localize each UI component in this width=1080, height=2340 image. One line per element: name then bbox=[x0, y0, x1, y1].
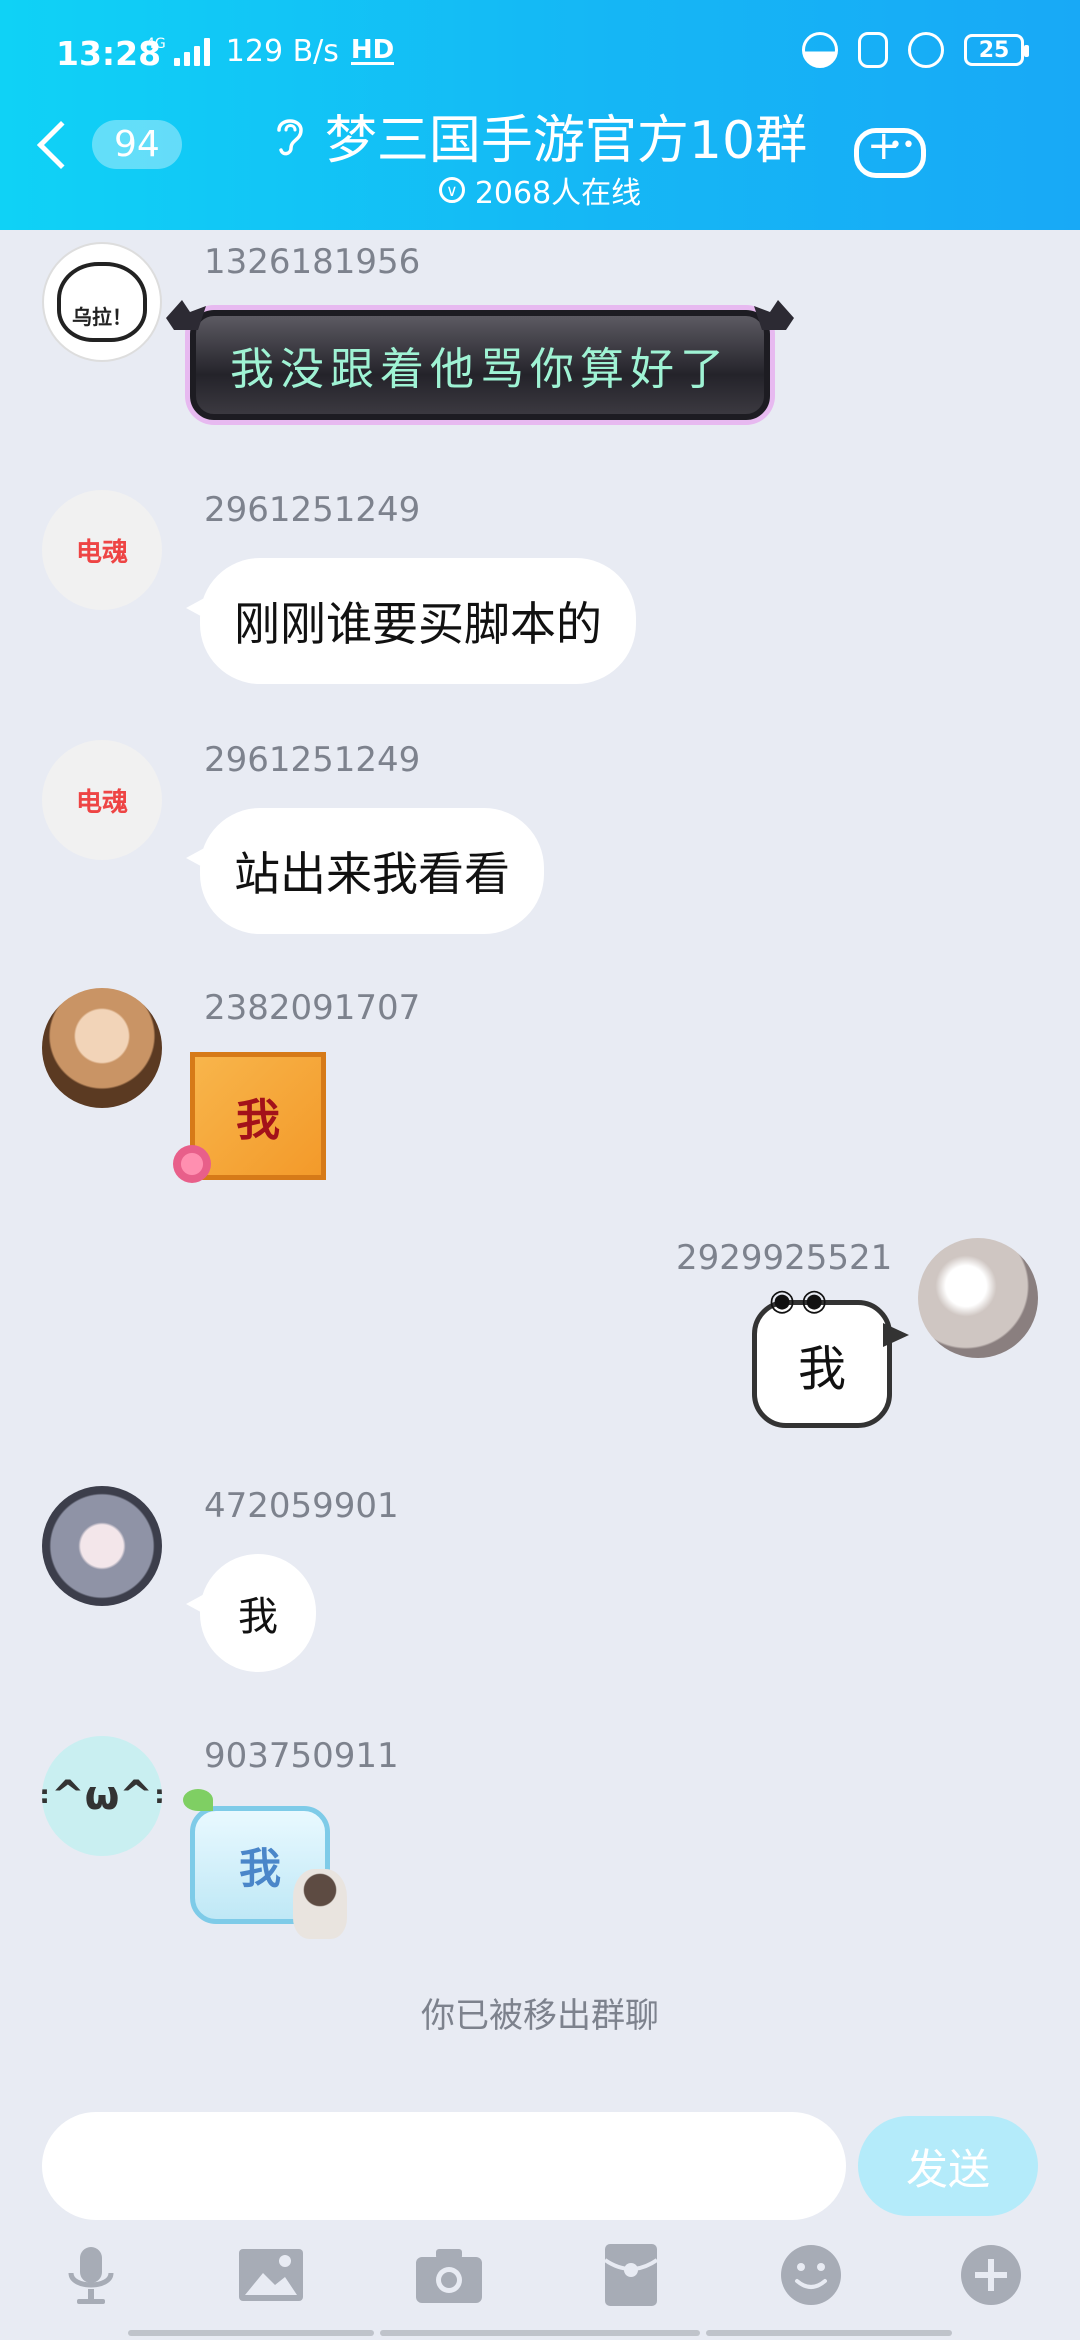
battery-icon: 25 bbox=[964, 34, 1029, 66]
online-status[interactable]: ∨ 2068人在线 bbox=[0, 168, 1080, 212]
nav-handle bbox=[706, 2330, 952, 2336]
kitten-icon bbox=[293, 1869, 347, 1939]
vibrate-icon bbox=[858, 32, 888, 68]
camera-icon[interactable] bbox=[414, 2240, 484, 2310]
sender-id[interactable]: 2382091707 bbox=[204, 988, 420, 1028]
message-text: 我没跟着他骂你算好了 bbox=[230, 344, 730, 395]
message-input[interactable] bbox=[42, 2112, 846, 2220]
lock-rotation-icon bbox=[908, 32, 944, 68]
status-right: 25 bbox=[802, 32, 1029, 68]
input-toolbar bbox=[0, 2240, 1080, 2340]
input-area: 发送 bbox=[0, 2090, 1080, 2340]
sticker-text: 我 bbox=[797, 1341, 846, 1397]
flower-icon bbox=[173, 1145, 211, 1183]
hd-icon: HD bbox=[350, 35, 395, 65]
online-count: 2068人在线 bbox=[474, 176, 642, 211]
avatar[interactable]: 乌拉！ bbox=[42, 242, 162, 362]
avatar[interactable] bbox=[42, 988, 162, 1108]
bat-wing-icon bbox=[754, 300, 794, 330]
sticker-message[interactable]: ◉◉ 我 bbox=[752, 1283, 909, 1428]
chevron-down-icon: ∨ bbox=[438, 177, 465, 203]
battery-level: 25 bbox=[978, 37, 1010, 63]
fancy-message-bubble[interactable]: 我没跟着他骂你算好了 bbox=[166, 300, 770, 420]
message-text: 我 bbox=[238, 1594, 278, 1640]
microphone-icon[interactable] bbox=[56, 2240, 126, 2310]
red-packet-icon[interactable] bbox=[596, 2240, 666, 2310]
sender-id[interactable]: 1326181956 bbox=[204, 242, 420, 282]
eyes-icon: ◉◉ bbox=[769, 1283, 834, 1318]
sticker-message[interactable]: 我 bbox=[183, 1789, 347, 1939]
message-text: 站出来我看看 bbox=[234, 847, 510, 901]
nav-handle bbox=[380, 2330, 700, 2336]
bear-avatar-face: 乌拉！ bbox=[57, 262, 147, 342]
network-type: 4G bbox=[146, 35, 166, 52]
cat-avatar-face: =^ω^= bbox=[42, 1773, 162, 1819]
message-bubble[interactable]: 我 bbox=[186, 1554, 316, 1672]
avatar[interactable]: =^ω^= bbox=[42, 1736, 162, 1856]
emoji-icon[interactable] bbox=[776, 2240, 846, 2310]
avatar[interactable]: 电魂 bbox=[42, 740, 162, 860]
avatar[interactable] bbox=[918, 1238, 1038, 1358]
bat-wing-icon bbox=[166, 300, 206, 330]
sender-id[interactable]: 903750911 bbox=[204, 1736, 399, 1776]
sticker-text: 我 bbox=[236, 1095, 280, 1146]
message-bubble[interactable]: 站出来我看看 bbox=[186, 808, 544, 934]
network-speed: 129 B/s bbox=[225, 34, 339, 69]
group-title: 梦三国手游官方10群 bbox=[324, 111, 808, 171]
sprout-icon bbox=[183, 1789, 213, 1811]
chat-header: 13:28 4G 129 B/s HD 25 94 梦三国手游官方10群 ∨ 2… bbox=[0, 0, 1080, 230]
ear-icon bbox=[277, 118, 303, 155]
electric-soul-logo: 电魂 bbox=[75, 537, 128, 568]
plus-icon[interactable] bbox=[956, 2240, 1026, 2310]
send-button[interactable]: 发送 bbox=[858, 2116, 1038, 2216]
avatar[interactable]: 电魂 bbox=[42, 490, 162, 610]
sender-id[interactable]: 2961251249 bbox=[204, 740, 420, 780]
sticker-text: 我 bbox=[238, 1843, 281, 1893]
status-network: 4G 129 B/s HD bbox=[146, 34, 395, 69]
sender-id[interactable]: 2929925521 bbox=[676, 1238, 892, 1278]
system-notice: 你已被移出群聊 bbox=[421, 1996, 659, 2036]
avatar[interactable] bbox=[42, 1486, 162, 1606]
nav-handle bbox=[128, 2330, 374, 2336]
message-bubble[interactable]: 刚刚谁要买脚本的 bbox=[186, 558, 636, 684]
gamepad-icon[interactable] bbox=[854, 123, 926, 178]
image-icon[interactable] bbox=[236, 2240, 306, 2310]
sender-id[interactable]: 2961251249 bbox=[204, 490, 420, 530]
signal-icon bbox=[173, 37, 210, 66]
electric-soul-logo: 电魂 bbox=[75, 787, 128, 818]
sender-id[interactable]: 472059901 bbox=[204, 1486, 399, 1526]
dnd-icon bbox=[802, 32, 838, 68]
message-text: 刚刚谁要买脚本的 bbox=[234, 597, 602, 651]
sticker-message[interactable]: 我 bbox=[173, 1052, 326, 1183]
